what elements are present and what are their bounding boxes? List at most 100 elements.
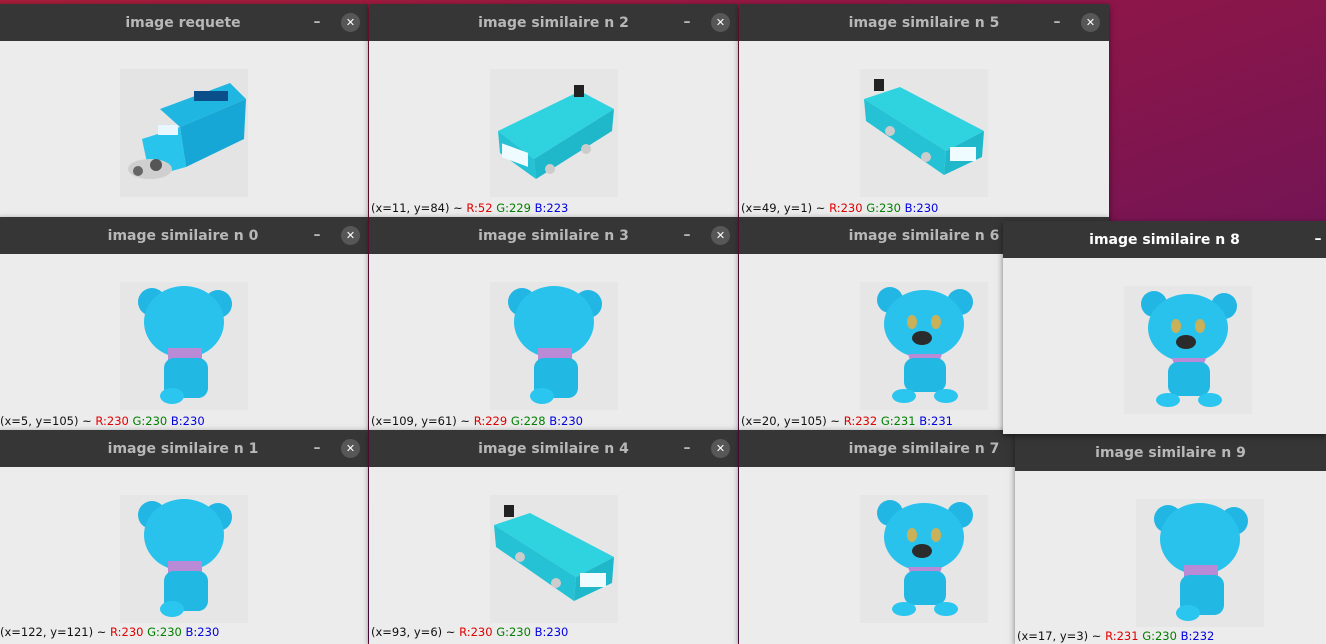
status-blue: B:223 xyxy=(534,201,569,215)
window-title: image similaire n 4 xyxy=(478,440,629,457)
title-bar[interactable]: image similaire n 0 – ✕ xyxy=(0,217,368,254)
status-green: G:230 xyxy=(496,625,531,639)
status-coords: (x=11, y=84) ~ xyxy=(371,201,467,215)
status-green: G:230 xyxy=(1142,629,1177,643)
status-blue: B:230 xyxy=(170,414,205,428)
window-image-similaire-n3[interactable]: image similaire n 3 – ✕ (x=109, y=61) ~ … xyxy=(369,217,738,431)
image-canvas xyxy=(1003,258,1326,434)
bear-front-icon xyxy=(860,282,988,410)
close-icon[interactable]: ✕ xyxy=(1081,13,1100,32)
title-bar[interactable]: image similaire n 1 – ✕ xyxy=(0,430,368,467)
window-title: image similaire n 5 xyxy=(848,14,1000,31)
window-title: image similaire n 6 xyxy=(848,227,1000,244)
status-blue: B:230 xyxy=(534,625,569,639)
status-blue: B:230 xyxy=(904,201,939,215)
title-bar[interactable]: image similaire n 3 – ✕ xyxy=(369,217,738,254)
title-bar[interactable]: image requete – ✕ xyxy=(0,4,368,41)
minimize-icon[interactable]: – xyxy=(308,226,326,244)
status-coords: (x=5, y=105) ~ xyxy=(0,414,96,428)
window-image-similaire-n8[interactable]: image similaire n 8 – xyxy=(1003,221,1326,434)
title-bar[interactable]: image similaire n 9 xyxy=(1015,434,1326,471)
window-image-requete[interactable]: image requete – ✕ xyxy=(0,4,368,218)
status-coords: (x=122, y=121) ~ xyxy=(0,625,111,639)
pixel-status: (x=11, y=84) ~ R:52 G:229 B:223 xyxy=(371,201,568,215)
status-red: R:52 xyxy=(466,201,493,215)
image-canvas: (x=49, y=1) ~ R:230 G:230 B:230 xyxy=(739,41,1109,218)
minimize-icon[interactable]: – xyxy=(678,226,696,244)
bear-front-icon xyxy=(1124,286,1252,414)
close-icon[interactable]: ✕ xyxy=(341,226,360,245)
pixel-status: (x=49, y=1) ~ R:230 G:230 B:230 xyxy=(741,201,938,215)
window-title: image similaire n 3 xyxy=(478,227,629,244)
status-green: G:231 xyxy=(880,414,916,428)
title-bar[interactable]: image similaire n 5 – ✕ xyxy=(739,4,1109,41)
status-red: R:230 xyxy=(459,625,493,639)
status-green: G:230 xyxy=(132,414,168,428)
window-image-similaire-n2[interactable]: image similaire n 2 – ✕ (x=11, y=84) ~ R… xyxy=(369,4,738,218)
image-canvas: (x=5, y=105) ~ R:230 G:230 B:230 xyxy=(0,254,368,431)
status-red: R:232 xyxy=(843,414,878,428)
pixel-status: (x=17, y=3) ~ R:231 G:230 B:232 xyxy=(1017,629,1214,643)
bus-icon xyxy=(860,69,988,197)
image-canvas: (x=11, y=84) ~ R:52 G:229 B:223 xyxy=(369,41,738,218)
bus-icon xyxy=(490,69,618,197)
minimize-icon[interactable]: – xyxy=(1309,230,1326,248)
close-icon[interactable]: ✕ xyxy=(711,13,730,32)
pixel-status: (x=122, y=121) ~ R:230 G:230 B:230 xyxy=(0,625,219,639)
minimize-icon[interactable]: – xyxy=(308,13,326,31)
bear-back-icon xyxy=(120,495,248,623)
window-image-similaire-n9[interactable]: image similaire n 9 (x=17, y=3) ~ R:231 … xyxy=(1015,434,1326,644)
status-green: G:228 xyxy=(510,414,546,428)
truck-icon xyxy=(120,69,248,197)
title-bar[interactable]: image similaire n 8 – xyxy=(1003,221,1326,258)
window-title: image similaire n 0 xyxy=(107,227,259,244)
image-canvas: (x=17, y=3) ~ R:231 G:230 B:232 xyxy=(1015,471,1326,644)
status-red: R:229 xyxy=(473,414,508,428)
window-image-similaire-n5[interactable]: image similaire n 5 – ✕ (x=49, y=1) ~ R:… xyxy=(739,4,1109,218)
image-canvas: (x=122, y=121) ~ R:230 G:230 B:230 xyxy=(0,467,368,644)
window-image-similaire-n4[interactable]: image similaire n 4 – ✕ (x=93, y=6) ~ R:… xyxy=(369,430,738,644)
status-blue: B:230 xyxy=(549,414,583,428)
status-red: R:231 xyxy=(1105,629,1139,643)
status-coords: (x=17, y=3) ~ xyxy=(1017,629,1106,643)
window-image-similaire-n0[interactable]: image similaire n 0 – ✕ (x=5, y=105) ~ R… xyxy=(0,217,368,431)
minimize-icon[interactable]: – xyxy=(678,439,696,457)
image-canvas xyxy=(0,41,368,218)
window-title: image requete xyxy=(125,14,241,31)
close-icon[interactable]: ✕ xyxy=(711,226,730,245)
close-icon[interactable]: ✕ xyxy=(341,439,360,458)
bear-back-icon xyxy=(490,282,618,410)
status-red: R:230 xyxy=(95,414,129,428)
window-title: image similaire n 8 xyxy=(1089,231,1240,248)
status-red: R:230 xyxy=(110,625,144,639)
status-green: G:230 xyxy=(866,201,901,215)
minimize-icon[interactable]: – xyxy=(678,13,696,31)
window-title: image similaire n 1 xyxy=(107,440,259,457)
window-title: image similaire n 7 xyxy=(848,440,1000,457)
status-red: R:230 xyxy=(829,201,863,215)
title-bar[interactable]: image similaire n 4 – ✕ xyxy=(369,430,738,467)
status-green: G:229 xyxy=(496,201,531,215)
minimize-icon[interactable]: – xyxy=(1048,13,1066,31)
close-icon[interactable]: ✕ xyxy=(711,439,730,458)
title-bar[interactable]: image similaire n 2 – ✕ xyxy=(369,4,738,41)
bear-back-icon xyxy=(120,282,248,410)
pixel-status: (x=109, y=61) ~ R:229 G:228 B:230 xyxy=(371,414,583,428)
close-icon[interactable]: ✕ xyxy=(341,13,360,32)
pixel-status: (x=5, y=105) ~ R:230 G:230 B:230 xyxy=(0,414,205,428)
window-image-similaire-n1[interactable]: image similaire n 1 – ✕ (x=122, y=121) ~… xyxy=(0,430,368,644)
window-title: image similaire n 9 xyxy=(1095,444,1246,461)
pixel-status: (x=20, y=105) ~ R:232 G:231 B:231 xyxy=(741,414,953,428)
status-coords: (x=93, y=6) ~ xyxy=(371,625,460,639)
bear-front-icon xyxy=(860,495,988,623)
status-coords: (x=20, y=105) ~ xyxy=(741,414,844,428)
bear-back-icon xyxy=(1136,499,1264,627)
image-canvas: (x=109, y=61) ~ R:229 G:228 B:230 xyxy=(369,254,738,431)
image-canvas: (x=93, y=6) ~ R:230 G:230 B:230 xyxy=(369,467,738,644)
window-title: image similaire n 2 xyxy=(478,14,629,31)
status-blue: B:232 xyxy=(1180,629,1215,643)
bus-icon xyxy=(490,495,618,623)
status-coords: (x=49, y=1) ~ xyxy=(741,201,830,215)
minimize-icon[interactable]: – xyxy=(308,439,326,457)
status-coords: (x=109, y=61) ~ xyxy=(371,414,474,428)
